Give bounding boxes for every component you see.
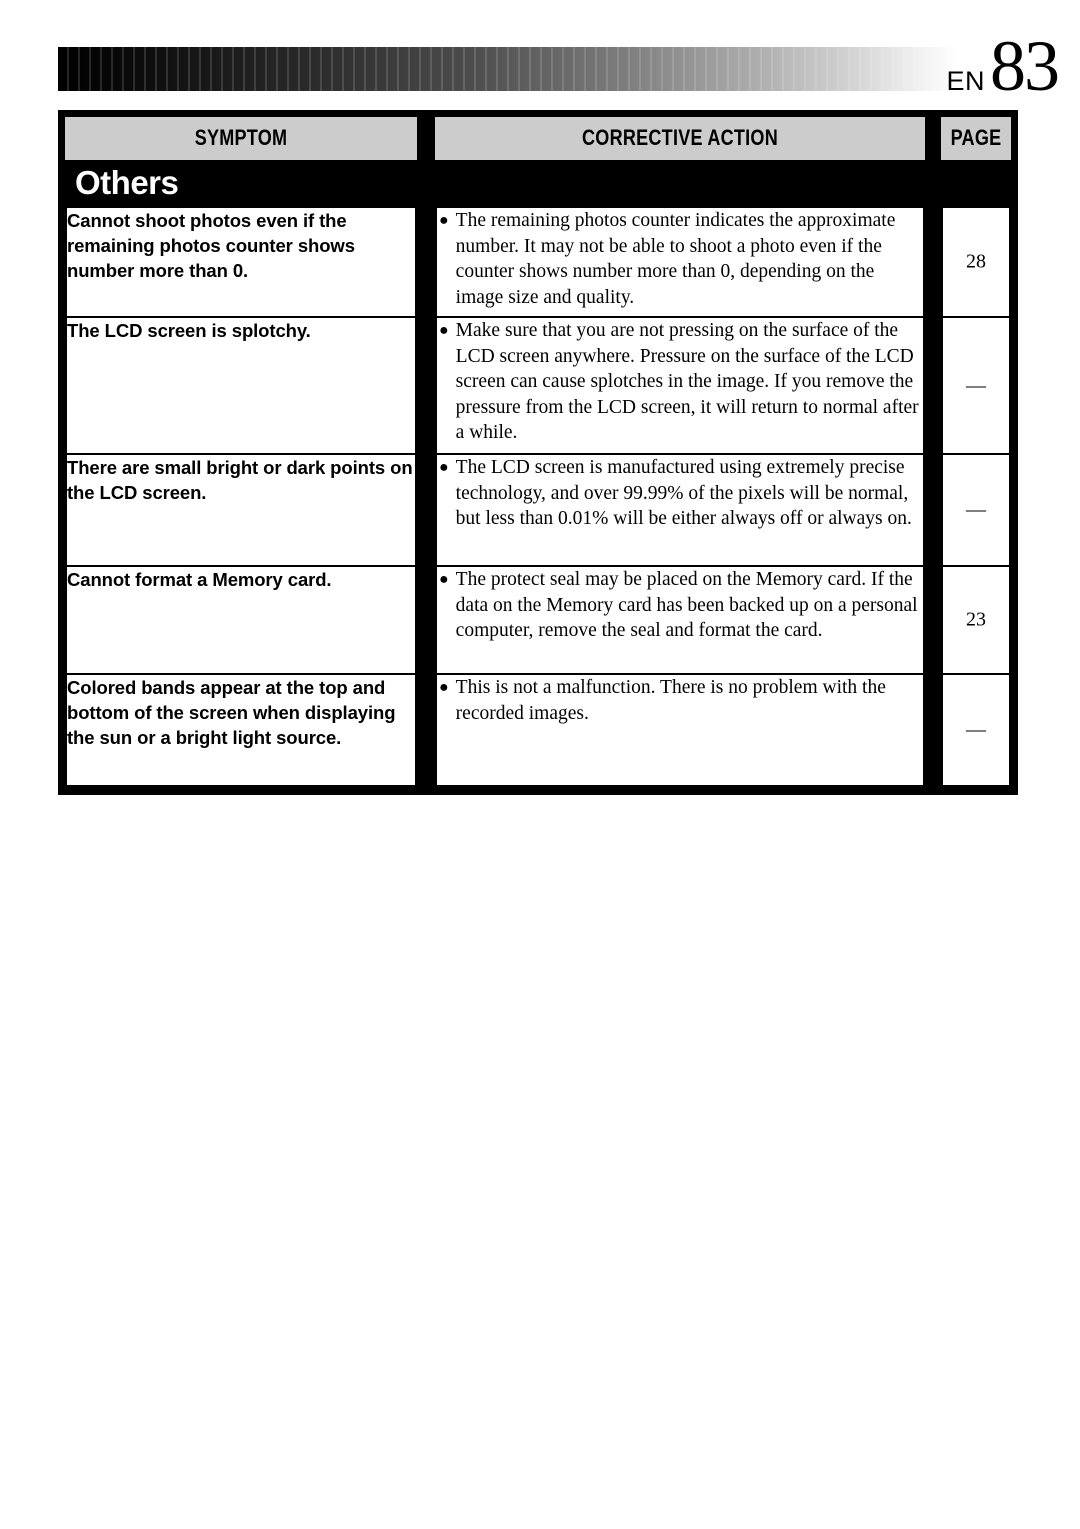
cell-corrective-action-text: The remaining photos counter indicates t…: [455, 210, 896, 308]
cell-corrective-action-text: The LCD screen is manufactured using ext…: [455, 457, 912, 529]
language-code: EN: [946, 66, 985, 96]
row-gap-2: [925, 675, 941, 787]
row-gap-2: [925, 206, 941, 318]
cell-symptom: Cannot format a Memory card.: [65, 567, 417, 675]
cell-page: —: [941, 675, 1011, 787]
section-title: Others: [75, 164, 179, 201]
column-header-symptom: SYMPTOM: [65, 117, 417, 160]
page-header: EN 83: [0, 0, 1080, 106]
row-gap-2: [925, 455, 941, 567]
row-gap-1: [417, 675, 435, 787]
table-header-row: SYMPTOM CORRECTIVE ACTION PAGE: [65, 117, 1011, 160]
bullet-icon: ●: [439, 212, 449, 229]
bullet-icon: ●: [439, 679, 449, 696]
cell-corrective-action: ● This is not a malfunction. There is no…: [435, 675, 925, 787]
troubleshooting-table: SYMPTOM CORRECTIVE ACTION PAGE Others Ca…: [65, 117, 1011, 787]
cell-symptom: Cannot shoot photos even if the remainin…: [65, 206, 417, 318]
cell-corrective-action-text: This is not a malfunction. There is no p…: [455, 677, 886, 724]
column-header-symptom-label: SYMPTOM: [96, 117, 386, 160]
cell-symptom: The LCD screen is splotchy.: [65, 318, 417, 455]
cell-page: 23: [941, 567, 1011, 675]
cell-page-value: —: [966, 498, 986, 521]
cell-page: —: [941, 455, 1011, 567]
cell-corrective-action: ● Make sure that you are not pressing on…: [435, 318, 925, 455]
bullet-icon: ●: [439, 571, 449, 588]
cell-page-value: 28: [966, 250, 986, 273]
column-header-corrective-action-label: CORRECTIVE ACTION: [479, 117, 881, 160]
cell-page-value: —: [966, 374, 986, 396]
column-header-corrective-action: CORRECTIVE ACTION: [435, 117, 925, 160]
cell-page: —: [941, 318, 1011, 455]
cell-corrective-action: ● The remaining photos counter indicates…: [435, 206, 925, 318]
row-gap-1: [417, 567, 435, 675]
section-band: Others: [65, 160, 1011, 206]
table-row: Cannot format a Memory card. ● The prote…: [65, 567, 1011, 675]
header-gap-1: [417, 117, 435, 160]
troubleshooting-table-wrapper: SYMPTOM CORRECTIVE ACTION PAGE Others Ca…: [58, 110, 1018, 795]
column-header-page-label: PAGE: [947, 117, 1005, 160]
grayscale-gradient-bar: [58, 47, 958, 91]
table-row: Cannot shoot photos even if the remainin…: [65, 206, 1011, 318]
bullet-icon: ●: [439, 459, 449, 476]
cell-corrective-action-text: The protect seal may be placed on the Me…: [455, 569, 918, 641]
cell-corrective-action-text: Make sure that you are not pressing on t…: [455, 320, 919, 443]
cell-page: 28: [941, 206, 1011, 318]
cell-corrective-action: ● The protect seal may be placed on the …: [435, 567, 925, 675]
cell-symptom: Colored bands appear at the top and bott…: [65, 675, 417, 787]
page-number: 83: [990, 26, 1060, 106]
row-gap-2: [925, 567, 941, 675]
table-row: Colored bands appear at the top and bott…: [65, 675, 1011, 787]
row-gap-1: [417, 455, 435, 567]
cell-symptom: There are small bright or dark points on…: [65, 455, 417, 567]
table-row: There are small bright or dark points on…: [65, 455, 1011, 567]
header-gap-2: [925, 117, 941, 160]
row-gap-1: [417, 206, 435, 318]
row-gap-2: [925, 318, 941, 455]
table-row: The LCD screen is splotchy. ● Make sure …: [65, 318, 1011, 455]
bullet-icon: ●: [439, 322, 449, 339]
cell-page-value: 23: [966, 608, 986, 631]
row-gap-1: [417, 318, 435, 455]
cell-page-value: —: [966, 718, 986, 741]
page-number-block: EN 83: [946, 26, 1060, 106]
section-band-row: Others: [65, 160, 1011, 206]
column-header-page: PAGE: [941, 117, 1011, 160]
cell-corrective-action: ● The LCD screen is manufactured using e…: [435, 455, 925, 567]
